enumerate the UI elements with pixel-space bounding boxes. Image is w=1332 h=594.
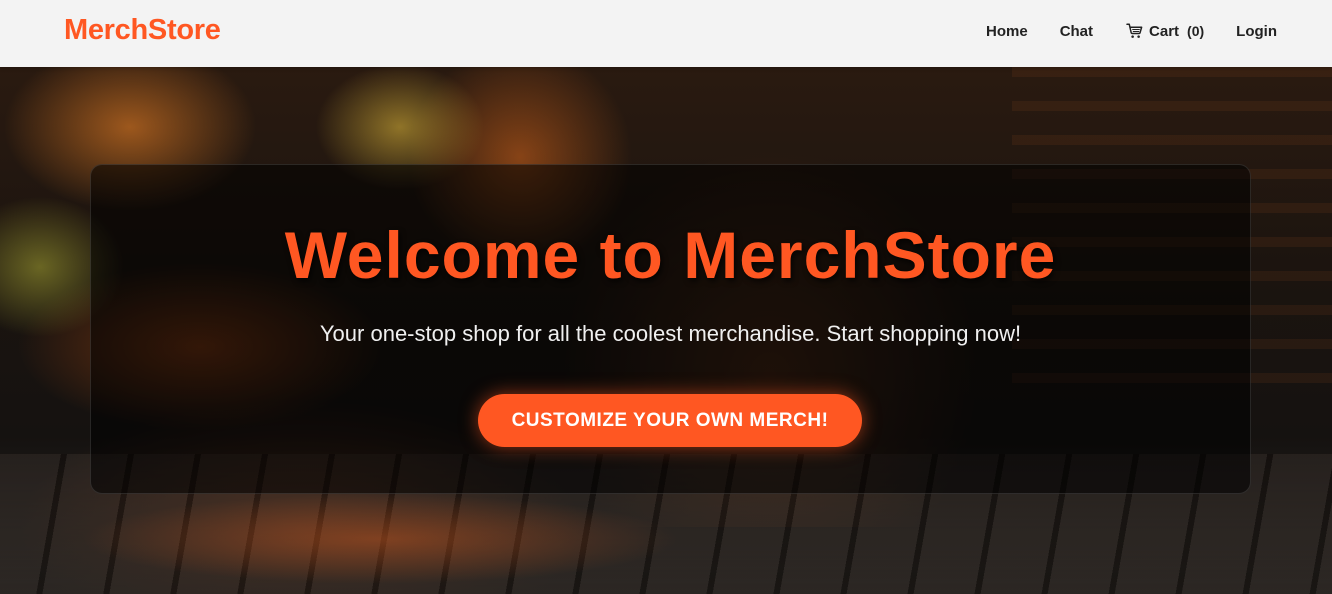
nav-links: Home Chat Cart (0) Login [986,0,1277,62]
brand-logo[interactable]: MerchStore [64,14,221,47]
hero-background-glow [80,494,680,584]
hero-card: Welcome to MerchStore Your one-stop shop… [90,164,1251,494]
hero-subtitle: Your one-stop shop for all the coolest m… [319,321,1022,346]
nav-link-home[interactable]: Home [986,23,1028,40]
cart-count: (0) [1187,23,1205,39]
nav-link-login[interactable]: Login [1236,23,1277,40]
customize-merch-button[interactable]: CUSTOMIZE YOUR OWN MERCH! [478,394,862,447]
nav-link-chat[interactable]: Chat [1060,23,1093,40]
nav-link-cart[interactable]: Cart (0) [1125,22,1204,40]
hero-section: Welcome to MerchStore Your one-stop shop… [0,67,1332,594]
shopping-cart-icon [1126,23,1143,38]
navbar: MerchStore Home Chat Cart (0) Login [0,0,1332,67]
hero-title: Welcome to MerchStore [284,218,1057,292]
cart-label: Cart [1149,22,1180,40]
